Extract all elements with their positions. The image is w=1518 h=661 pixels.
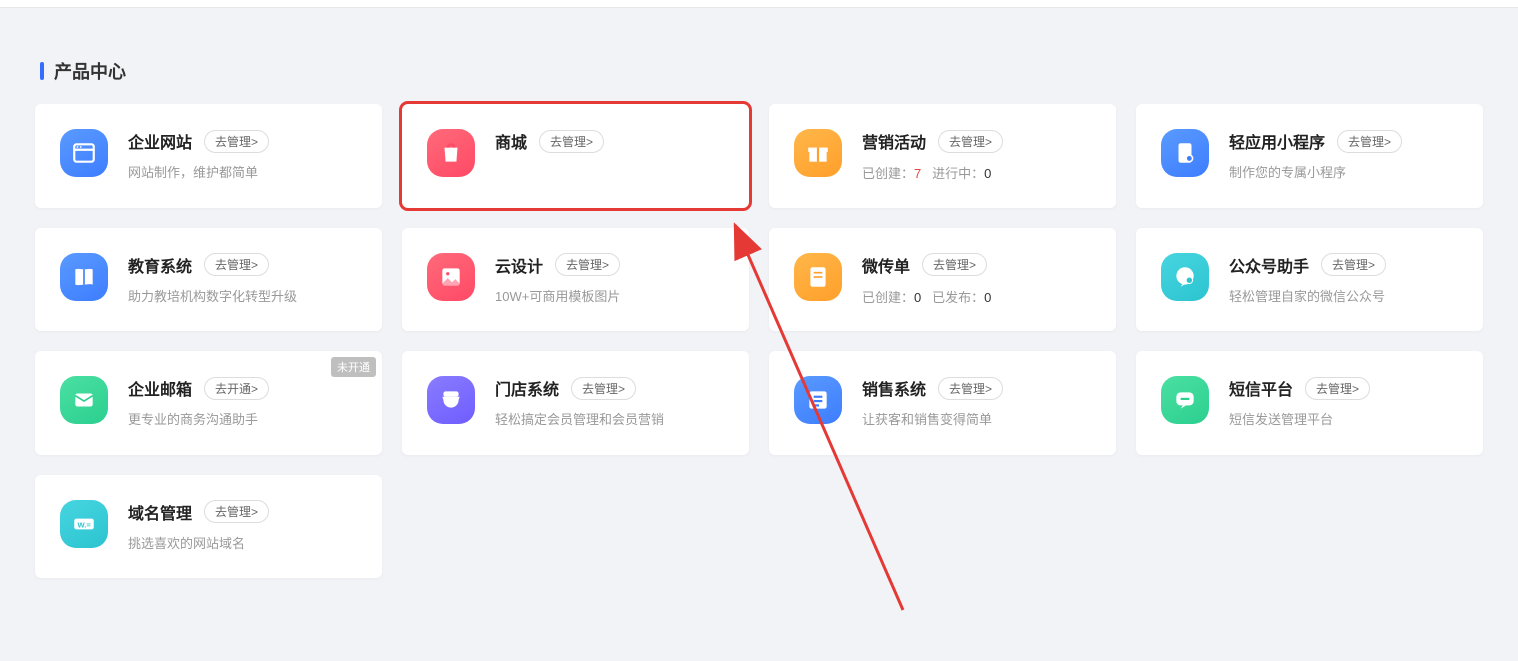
page-icon — [794, 253, 842, 301]
image-icon — [427, 253, 475, 301]
window-icon — [60, 129, 108, 177]
gift-icon — [794, 129, 842, 177]
manage-button[interactable]: 去管理> — [1305, 377, 1370, 400]
page-title: 产品中心 — [54, 58, 126, 84]
card-desc: 短信发送管理平台 — [1229, 410, 1458, 430]
mail-icon — [60, 376, 108, 424]
card-desc: 网站制作，维护都简单 — [128, 163, 357, 183]
list-icon — [794, 376, 842, 424]
card-stats: 已创建：7 进行中：0 — [862, 163, 1091, 182]
card-title: 门店系统 — [495, 376, 559, 400]
card-title: 微传单 — [862, 253, 910, 277]
shopping-bag-icon — [427, 129, 475, 177]
product-card-micro-leaflet[interactable]: 微传单去管理> 已创建：0 已发布：0 — [769, 228, 1116, 332]
manage-button[interactable]: 去管理> — [938, 130, 1003, 153]
card-title: 域名管理 — [128, 500, 192, 524]
manage-button[interactable]: 去管理> — [922, 253, 987, 276]
product-card-enterprise-site[interactable]: 企业网站去管理> 网站制作，维护都简单 — [35, 104, 382, 208]
svg-text:W.=: W.= — [78, 520, 92, 529]
product-card-domain[interactable]: W.= 域名管理去管理> 挑选喜欢的网站域名 — [35, 475, 382, 579]
card-title: 商城 — [495, 129, 527, 153]
card-desc: 10W+可商用模板图片 — [495, 287, 724, 307]
phone-link-icon — [1161, 129, 1209, 177]
chat-gear-icon — [1161, 253, 1209, 301]
message-icon — [1161, 376, 1209, 424]
manage-button[interactable]: 去管理> — [1321, 253, 1386, 276]
product-card-miniapp[interactable]: 轻应用小程序去管理> 制作您的专属小程序 — [1136, 104, 1483, 208]
product-card-wechat-helper[interactable]: 公众号助手去管理> 轻松管理自家的微信公众号 — [1136, 228, 1483, 332]
card-title: 销售系统 — [862, 376, 926, 400]
card-stats: 已创建：0 已发布：0 — [862, 287, 1091, 306]
product-card-sms[interactable]: 短信平台去管理> 短信发送管理平台 — [1136, 351, 1483, 455]
card-desc: 更专业的商务沟通助手 — [128, 410, 357, 430]
manage-button[interactable]: 去开通> — [204, 377, 269, 400]
book-icon — [60, 253, 108, 301]
product-card-cloud-design[interactable]: 云设计去管理> 10W+可商用模板图片 — [402, 228, 749, 332]
badge-not-activated: 未开通 — [331, 357, 376, 377]
product-card-store-system[interactable]: 门店系统去管理> 轻松搞定会员管理和会员营销 — [402, 351, 749, 455]
manage-button[interactable]: 去管理> — [204, 500, 269, 523]
card-title: 营销活动 — [862, 129, 926, 153]
card-title: 企业邮箱 — [128, 376, 192, 400]
card-title: 轻应用小程序 — [1229, 129, 1325, 153]
card-title: 企业网站 — [128, 129, 192, 153]
product-card-mall[interactable]: 商城去管理> — [402, 104, 749, 208]
manage-button[interactable]: 去管理> — [1337, 130, 1402, 153]
card-desc: 挑选喜欢的网站域名 — [128, 534, 357, 554]
section-title: 产品中心 — [40, 58, 1483, 84]
product-card-sales-system[interactable]: 销售系统去管理> 让获客和销售变得简单 — [769, 351, 1116, 455]
card-title: 公众号助手 — [1229, 253, 1309, 277]
manage-button[interactable]: 去管理> — [938, 377, 1003, 400]
card-desc: 助力教培机构数字化转型升级 — [128, 287, 357, 307]
card-desc: 让获客和销售变得简单 — [862, 410, 1091, 430]
manage-button[interactable]: 去管理> — [539, 130, 604, 153]
domain-icon: W.= — [60, 500, 108, 548]
card-title: 云设计 — [495, 253, 543, 277]
manage-button[interactable]: 去管理> — [571, 377, 636, 400]
title-bar-icon — [40, 62, 44, 80]
manage-button[interactable]: 去管理> — [555, 253, 620, 276]
card-desc: 轻松管理自家的微信公众号 — [1229, 287, 1458, 307]
product-card-mailbox[interactable]: 未开通企业邮箱去开通> 更专业的商务沟通助手 — [35, 351, 382, 455]
card-desc: 轻松搞定会员管理和会员营销 — [495, 410, 724, 430]
product-card-edu[interactable]: 教育系统去管理> 助力教培机构数字化转型升级 — [35, 228, 382, 332]
card-title: 短信平台 — [1229, 376, 1293, 400]
store-icon — [427, 376, 475, 424]
card-desc: 制作您的专属小程序 — [1229, 163, 1458, 183]
product-card-marketing[interactable]: 营销活动去管理> 已创建：7 进行中：0 — [769, 104, 1116, 208]
manage-button[interactable]: 去管理> — [204, 130, 269, 153]
manage-button[interactable]: 去管理> — [204, 253, 269, 276]
card-title: 教育系统 — [128, 253, 192, 277]
